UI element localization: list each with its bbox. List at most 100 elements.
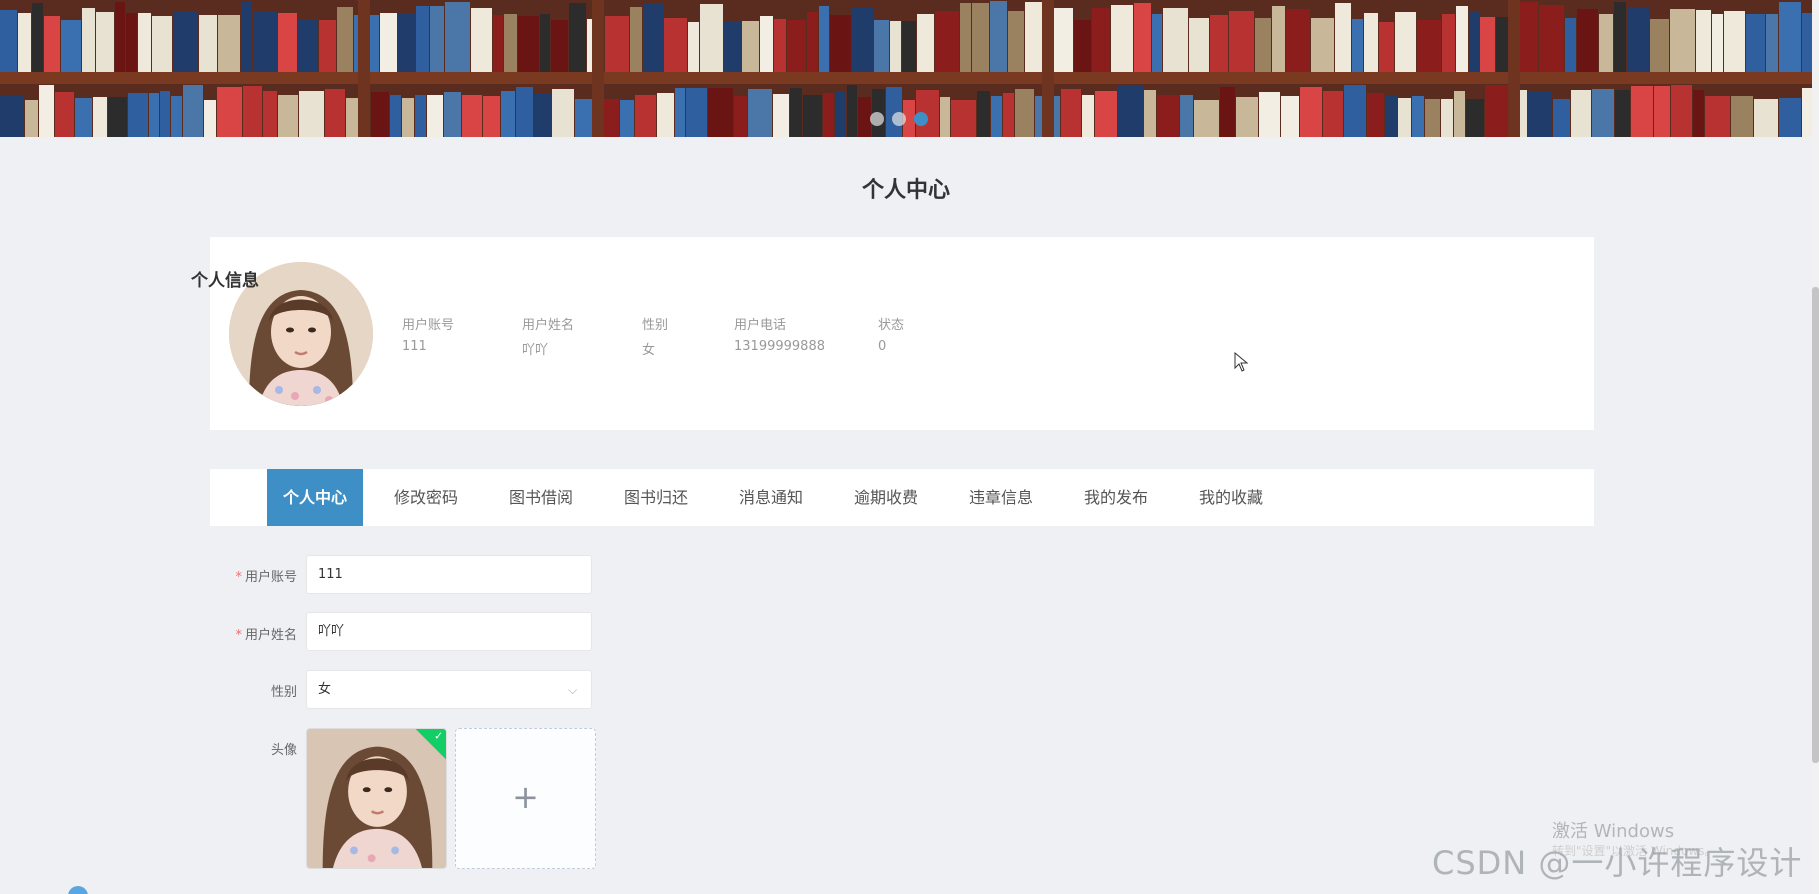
- tab-my-favorites[interactable]: 我的收藏: [1183, 469, 1279, 526]
- book-spine: [1092, 8, 1110, 72]
- bookshelf-bottom-row: [0, 84, 1812, 137]
- book-spine: [1425, 99, 1440, 137]
- book-spine: [82, 8, 95, 72]
- carousel-indicators: [870, 112, 928, 126]
- floating-action-dot[interactable]: [68, 886, 88, 894]
- scrollbar-thumb[interactable]: [1812, 287, 1819, 763]
- book-spine: [1442, 14, 1455, 72]
- book-spine: [1779, 98, 1801, 137]
- book-spine: [1802, 13, 1812, 72]
- tab-violations[interactable]: 违章信息: [953, 469, 1049, 526]
- book-spine: [1650, 19, 1669, 72]
- book-spine: [1802, 88, 1812, 137]
- book-spine: [1766, 14, 1778, 72]
- book-spine: [1693, 90, 1704, 137]
- book-spine: [1631, 86, 1653, 137]
- book-spine: [1705, 96, 1730, 137]
- book-spine: [325, 89, 345, 137]
- uploaded-avatar-thumbnail[interactable]: ✓: [306, 728, 447, 869]
- book-spine: [337, 7, 353, 72]
- book-spine: [1571, 90, 1591, 137]
- name-input[interactable]: 吖吖: [306, 612, 592, 651]
- csdn-watermark: CSDN @一小许程序设计: [1432, 844, 1803, 882]
- book-spine: [75, 98, 92, 137]
- account-label: * 用户账号: [235, 570, 297, 585]
- book-spine: [1670, 9, 1695, 72]
- book-spine: [1134, 3, 1151, 72]
- book-spine: [760, 16, 773, 72]
- check-icon: ✓: [434, 729, 444, 743]
- book-spine: [990, 1, 1007, 72]
- tab-notifications[interactable]: 消息通知: [723, 469, 819, 526]
- book-spine: [819, 6, 829, 72]
- book-spine: [657, 93, 674, 137]
- info-account: 用户账号 111: [402, 314, 454, 354]
- book-spine: [1210, 15, 1228, 72]
- hero-banner: [0, 0, 1812, 137]
- book-spine: [1255, 18, 1271, 72]
- book-spine: [18, 13, 31, 72]
- tab-overdue-fees[interactable]: 逾期收费: [838, 469, 934, 526]
- book-spine: [1272, 6, 1285, 72]
- book-spine: [1061, 89, 1081, 137]
- tab-personal-center[interactable]: 个人中心: [267, 469, 363, 526]
- book-spine: [398, 13, 415, 72]
- book-spine: [416, 6, 429, 72]
- book-spine: [32, 3, 43, 72]
- book-spine: [0, 95, 24, 137]
- book-spine: [552, 89, 574, 137]
- book-spine: [1724, 11, 1745, 72]
- info-phone: 用户电话 13199999888: [734, 314, 825, 354]
- book-spine: [1654, 86, 1670, 137]
- info-label: 用户账号: [402, 318, 455, 333]
- tab-my-posts[interactable]: 我的发布: [1068, 469, 1164, 526]
- book-spine: [430, 6, 444, 72]
- book-spine: [204, 100, 216, 137]
- book-spine: [61, 20, 81, 72]
- book-spine: [675, 88, 685, 137]
- book-spine: [700, 4, 723, 72]
- chevron-down-icon[interactable]: ⌵: [568, 683, 577, 698]
- profile-heading: 个人信息: [191, 271, 259, 291]
- book-spine: [1614, 2, 1626, 72]
- book-spine: [1229, 11, 1254, 72]
- mouse-cursor-icon: [1234, 352, 1248, 372]
- carousel-dot-active[interactable]: [914, 112, 928, 126]
- book-spine: [605, 16, 629, 72]
- book-spine: [1565, 18, 1576, 72]
- book-spine: [534, 94, 551, 137]
- book-spine: [1074, 20, 1091, 72]
- book-spine: [960, 3, 971, 72]
- book-spine: [1480, 17, 1495, 72]
- book-spine: [483, 96, 500, 137]
- book-spine: [724, 21, 741, 72]
- book-spine: [1335, 3, 1351, 72]
- book-spine: [152, 16, 172, 72]
- book-spine: [708, 88, 733, 137]
- account-input[interactable]: 111: [306, 555, 592, 594]
- upload-add-button[interactable]: +: [455, 728, 596, 869]
- tab-book-borrow[interactable]: 图书借阅: [493, 469, 589, 526]
- book-spine: [688, 22, 699, 72]
- shelf-post: [1508, 0, 1520, 137]
- profile-tabs: 个人中心 修改密码 图书借阅 图书归还 消息通知 逾期收费 违章信息 我的发布 …: [210, 469, 1594, 526]
- tab-book-return[interactable]: 图书归还: [608, 469, 704, 526]
- book-spine: [1577, 9, 1598, 72]
- book-spine: [1592, 89, 1614, 137]
- book-spine: [630, 7, 642, 72]
- shelf-post: [1042, 0, 1054, 137]
- book-spine: [518, 16, 539, 72]
- book-spine: [218, 15, 240, 72]
- book-spine: [1344, 85, 1366, 137]
- plus-icon: +: [512, 778, 539, 816]
- book-spine: [1189, 18, 1209, 72]
- carousel-dot[interactable]: [892, 112, 906, 126]
- book-spine: [852, 8, 873, 72]
- book-spine: [516, 87, 533, 137]
- carousel-dot[interactable]: [870, 112, 884, 126]
- book-spine: [278, 95, 298, 137]
- gender-select[interactable]: 女: [306, 670, 592, 709]
- tab-change-password[interactable]: 修改密码: [378, 469, 474, 526]
- book-spine: [171, 96, 182, 137]
- book-spine: [93, 97, 107, 137]
